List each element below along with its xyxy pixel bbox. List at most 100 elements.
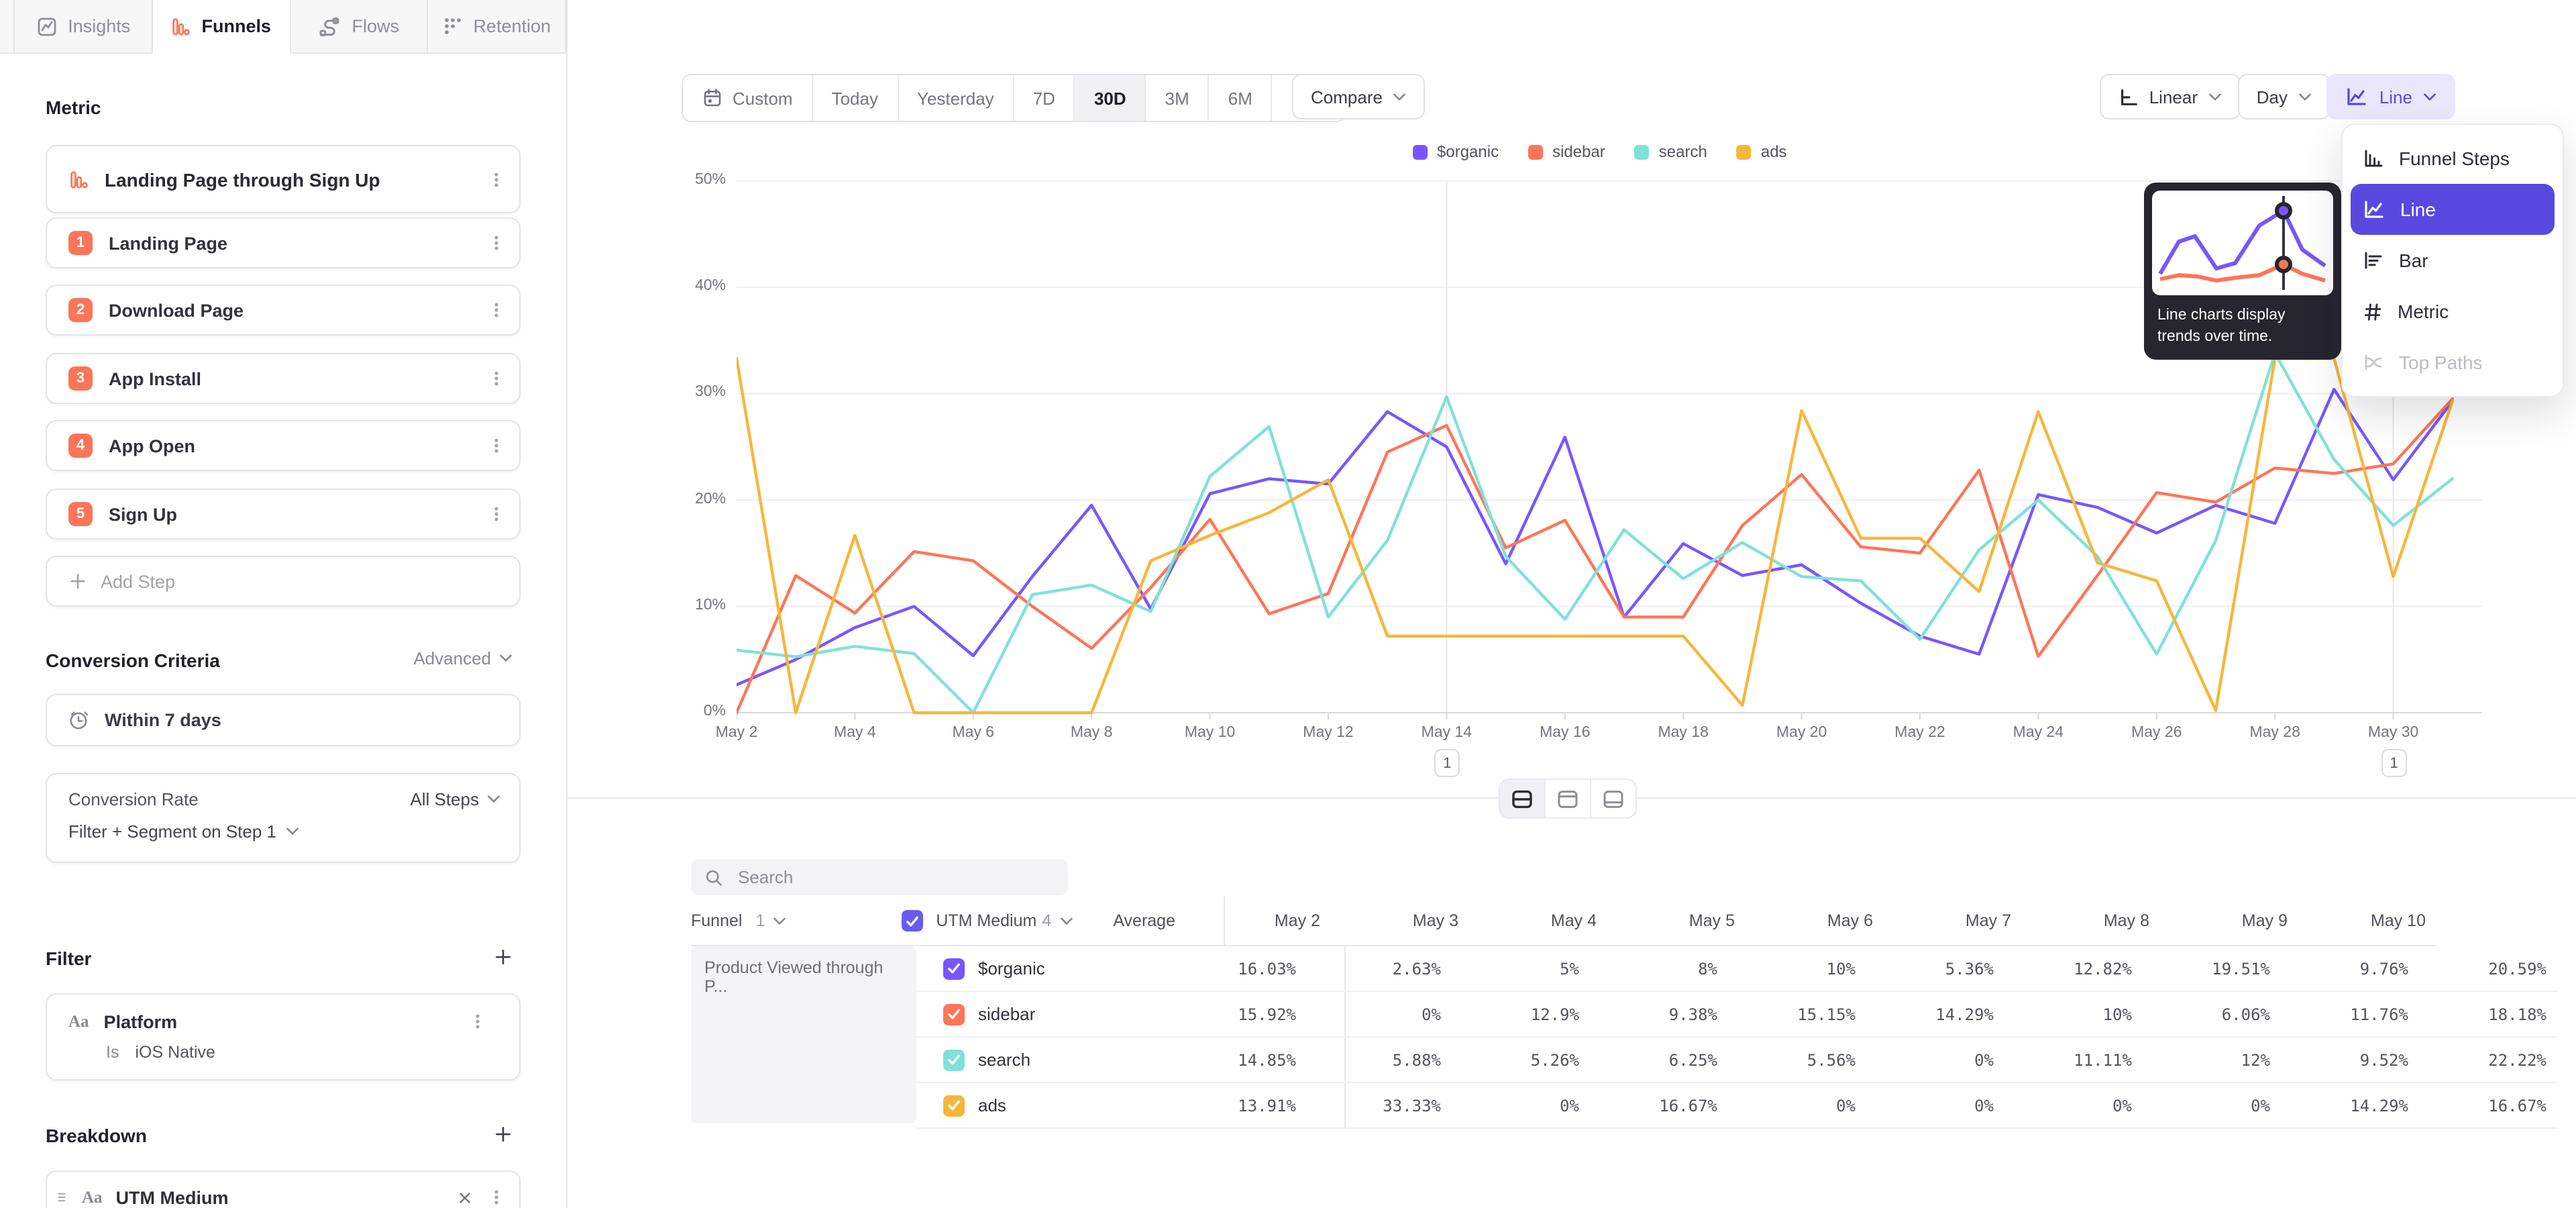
legend-item[interactable]: sidebar <box>1528 142 1605 161</box>
cell-value: 0% <box>2143 1096 2281 1115</box>
all-steps-dropdown[interactable]: All Steps <box>410 789 500 809</box>
date-column-header[interactable]: May 8 <box>2022 911 2160 930</box>
kebab-icon[interactable] <box>487 168 506 190</box>
chevron-down-icon <box>487 795 500 804</box>
legend-swatch <box>1737 144 1752 159</box>
filter-value[interactable]: iOS Native <box>135 1043 215 1062</box>
kebab-icon[interactable] <box>468 1011 487 1032</box>
range-custom[interactable]: Custom <box>683 75 813 121</box>
search-input[interactable] <box>735 866 1055 889</box>
x-axis-tick: May 30 <box>2353 725 2434 741</box>
cell-value: 6.25% <box>1590 1050 1728 1069</box>
funnel-name-cell[interactable]: Product Viewed through P... <box>691 946 916 1129</box>
tab-retention[interactable]: Retention <box>429 0 567 52</box>
check-icon <box>947 1008 961 1020</box>
layout-table-only-button[interactable] <box>1591 780 1635 817</box>
filter-card[interactable]: Aa Platform Is iOS Native <box>46 993 521 1080</box>
date-column-header[interactable]: May 4 <box>1469 911 1607 930</box>
step-number-badge: 2 <box>68 298 93 322</box>
row-checkbox[interactable] <box>943 1003 965 1025</box>
compare-button[interactable]: Compare <box>1292 74 1426 119</box>
range-3m[interactable]: 3M <box>1146 75 1210 121</box>
tab-label: Retention <box>473 16 551 36</box>
row-checkbox[interactable] <box>943 1049 965 1070</box>
funnel-column-header[interactable]: Funnel 1 <box>691 911 874 930</box>
table-row[interactable]: ads13.91%33.33%0%16.67%0%0%0%0%14.29%16.… <box>916 1083 2557 1129</box>
scale-button[interactable]: Linear <box>2100 74 2241 119</box>
segment-step-dropdown[interactable]: Filter + Segment on Step 1 <box>47 809 519 842</box>
date-column-header[interactable]: May 7 <box>1884 911 2022 930</box>
funnel-step-row[interactable]: 5Sign Up <box>46 489 521 540</box>
kebab-icon[interactable] <box>487 232 506 254</box>
table-header-row: Funnel 1 UTM Medium 4 Average May 2May 3… <box>691 897 2436 946</box>
conversion-window-card[interactable]: Within 7 days <box>46 694 521 746</box>
funnel-step-row[interactable]: 3App Install <box>46 353 521 404</box>
annotation-badge[interactable]: 1 <box>2381 749 2407 777</box>
row-checkbox[interactable] <box>943 958 965 979</box>
chevron-down-icon <box>2208 92 2222 101</box>
advanced-dropdown[interactable]: Advanced <box>413 648 513 668</box>
series-line-organic[interactable] <box>737 389 2453 685</box>
select-all-checkbox[interactable] <box>901 910 922 932</box>
legend-label: ads <box>1761 142 1787 161</box>
date-column-header[interactable]: May 6 <box>1746 911 1884 930</box>
range-today[interactable]: Today <box>813 75 898 121</box>
range-7d[interactable]: 7D <box>1014 75 1075 121</box>
legend-swatch <box>1635 144 1650 159</box>
breakdown-card[interactable]: Aa UTM Medium <box>46 1170 521 1208</box>
funnel-metric-card[interactable]: Landing Page through Sign Up <box>46 145 521 213</box>
legend-item[interactable]: ads <box>1737 142 1787 161</box>
range-6m[interactable]: 6M <box>1210 75 1273 121</box>
kebab-icon[interactable] <box>487 1187 506 1208</box>
tab-insights[interactable]: Insights <box>13 0 153 52</box>
menu-item-funnel-steps[interactable]: Funnel Steps <box>2351 133 2555 184</box>
series-line-search[interactable] <box>737 353 2453 713</box>
table-row[interactable]: search14.85%5.88%5.26%6.25%5.56%0%11.11%… <box>916 1038 2557 1083</box>
cell-value: 16.67% <box>1590 1096 1728 1115</box>
table-row[interactable]: sidebar15.92%0%12.9%9.38%15.15%14.29%10%… <box>916 992 2557 1038</box>
chart-type-button[interactable]: Line <box>2327 74 2455 119</box>
add-filter-button[interactable] <box>494 948 513 966</box>
tab-flows[interactable]: Flows <box>290 0 429 52</box>
date-column-header[interactable]: May 5 <box>1607 911 1746 930</box>
kebab-icon[interactable] <box>487 368 506 389</box>
menu-item-bar[interactable]: Bar <box>2351 235 2555 286</box>
range-yesterday[interactable]: Yesterday <box>898 75 1014 121</box>
range-30d[interactable]: 30D <box>1075 75 1146 121</box>
annotation-badge[interactable]: 1 <box>1434 749 1460 777</box>
add-breakdown-button[interactable] <box>494 1125 513 1144</box>
close-icon[interactable] <box>456 1189 474 1206</box>
add-step-button[interactable]: Add Step <box>46 556 521 607</box>
y-axis-tick: 0% <box>648 703 726 719</box>
kebab-icon[interactable] <box>487 299 506 321</box>
interval-button[interactable]: Day <box>2238 74 2330 119</box>
funnel-step-row[interactable]: 1Landing Page <box>46 217 521 268</box>
menu-item-line[interactable]: Line <box>2351 184 2555 235</box>
table-row[interactable]: $organic16.03%2.63%5%8%10%5.36%12.82%19.… <box>916 946 2557 992</box>
filter-operator[interactable]: Is <box>106 1043 119 1062</box>
funnel-step-row[interactable]: 2Download Page <box>46 285 521 336</box>
legend-item[interactable]: search <box>1635 142 1707 161</box>
kebab-icon[interactable] <box>487 503 506 525</box>
cell-value: 0% <box>1728 1096 1866 1115</box>
tab-funnels[interactable]: Funnels <box>153 0 291 54</box>
kebab-icon[interactable] <box>487 435 506 456</box>
layout-split-button[interactable] <box>1500 780 1546 817</box>
series-line-ads[interactable] <box>737 358 2453 713</box>
cell-value: 11.11% <box>2004 1050 2143 1069</box>
drag-handle-icon[interactable] <box>55 1188 68 1207</box>
table-search[interactable] <box>691 859 1068 895</box>
segment-name: $organic <box>978 958 1045 978</box>
layout-chart-only-button[interactable] <box>1546 780 1591 817</box>
date-column-header[interactable]: May 10 <box>2298 911 2436 930</box>
check-icon <box>947 1054 961 1066</box>
menu-item-metric[interactable]: Metric <box>2351 286 2555 337</box>
funnel-step-row[interactable]: 4App Open <box>46 420 521 471</box>
row-checkbox[interactable] <box>943 1095 965 1116</box>
date-column-header[interactable]: May 9 <box>2160 911 2298 930</box>
segment-column-header[interactable]: UTM Medium 4 Average <box>874 910 1224 932</box>
date-column-header[interactable]: May 3 <box>1331 911 1469 930</box>
menu-item-label: Line <box>2400 199 2436 220</box>
legend-item[interactable]: $organic <box>1413 142 1499 161</box>
date-column-header[interactable]: May 2 <box>1224 897 1331 945</box>
